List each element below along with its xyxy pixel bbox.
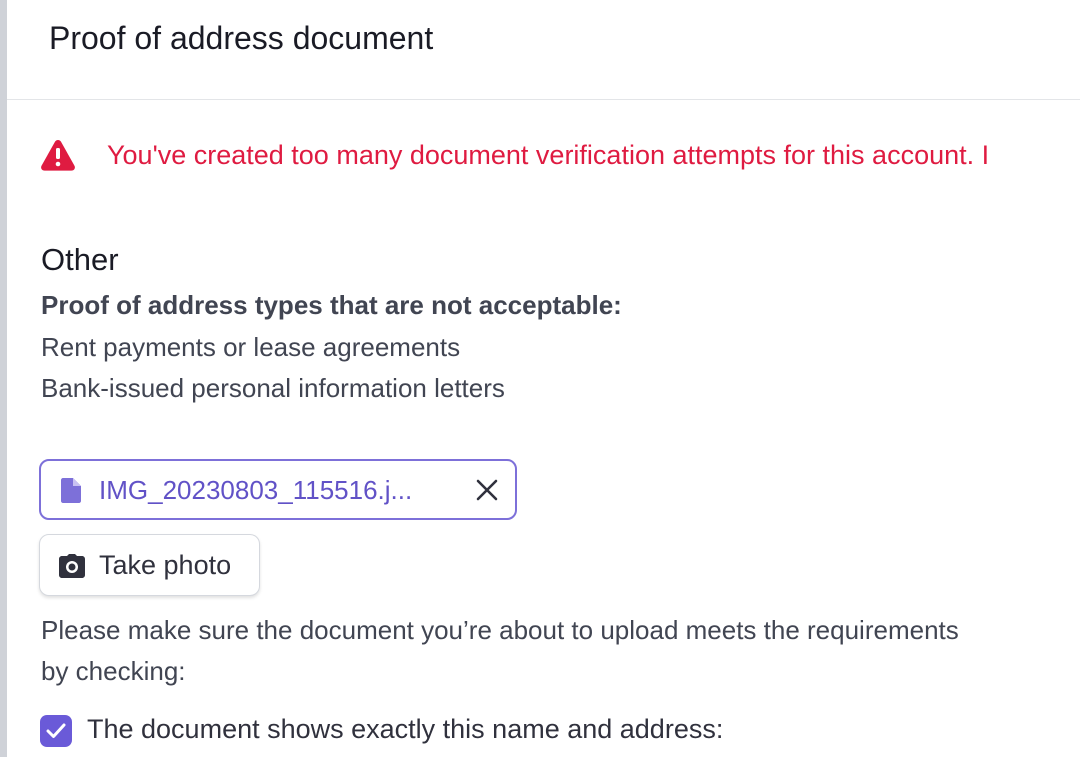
checkmark-icon — [46, 723, 66, 738]
take-photo-label: Take photo — [99, 550, 232, 580]
instructions-text: Please make sure the document you’re abo… — [41, 615, 959, 645]
warning-triangle-icon — [41, 140, 75, 171]
camera-icon — [59, 554, 85, 578]
alert-message: You've created too many document verific… — [107, 140, 990, 170]
close-icon[interactable] — [475, 478, 499, 502]
error-alert: You've created too many document verific… — [40, 136, 1080, 180]
uploaded-file-chip[interactable]: IMG_20230803_115516.j... — [39, 459, 517, 520]
section-title: Other — [41, 242, 119, 277]
instructions-text: by checking: — [41, 656, 186, 686]
header: Proof of address document — [7, 0, 1080, 100]
confirm-checkbox[interactable] — [40, 715, 72, 747]
file-icon — [61, 478, 81, 503]
file-name: IMG_20230803_115516.j... — [99, 475, 413, 505]
page-title: Proof of address document — [49, 20, 434, 56]
not-acceptable-item: Rent payments or lease agreements — [41, 332, 461, 362]
not-acceptable-heading: Proof of address types that are not acce… — [41, 290, 622, 320]
left-edge-divider — [0, 0, 7, 757]
not-acceptable-item: Bank-issued personal information letters — [41, 373, 505, 403]
take-photo-button[interactable]: Take photo — [39, 534, 260, 596]
confirm-checkbox-label[interactable]: The document shows exactly this name and… — [87, 714, 723, 745]
page: Proof of address document You've created… — [0, 0, 1080, 757]
